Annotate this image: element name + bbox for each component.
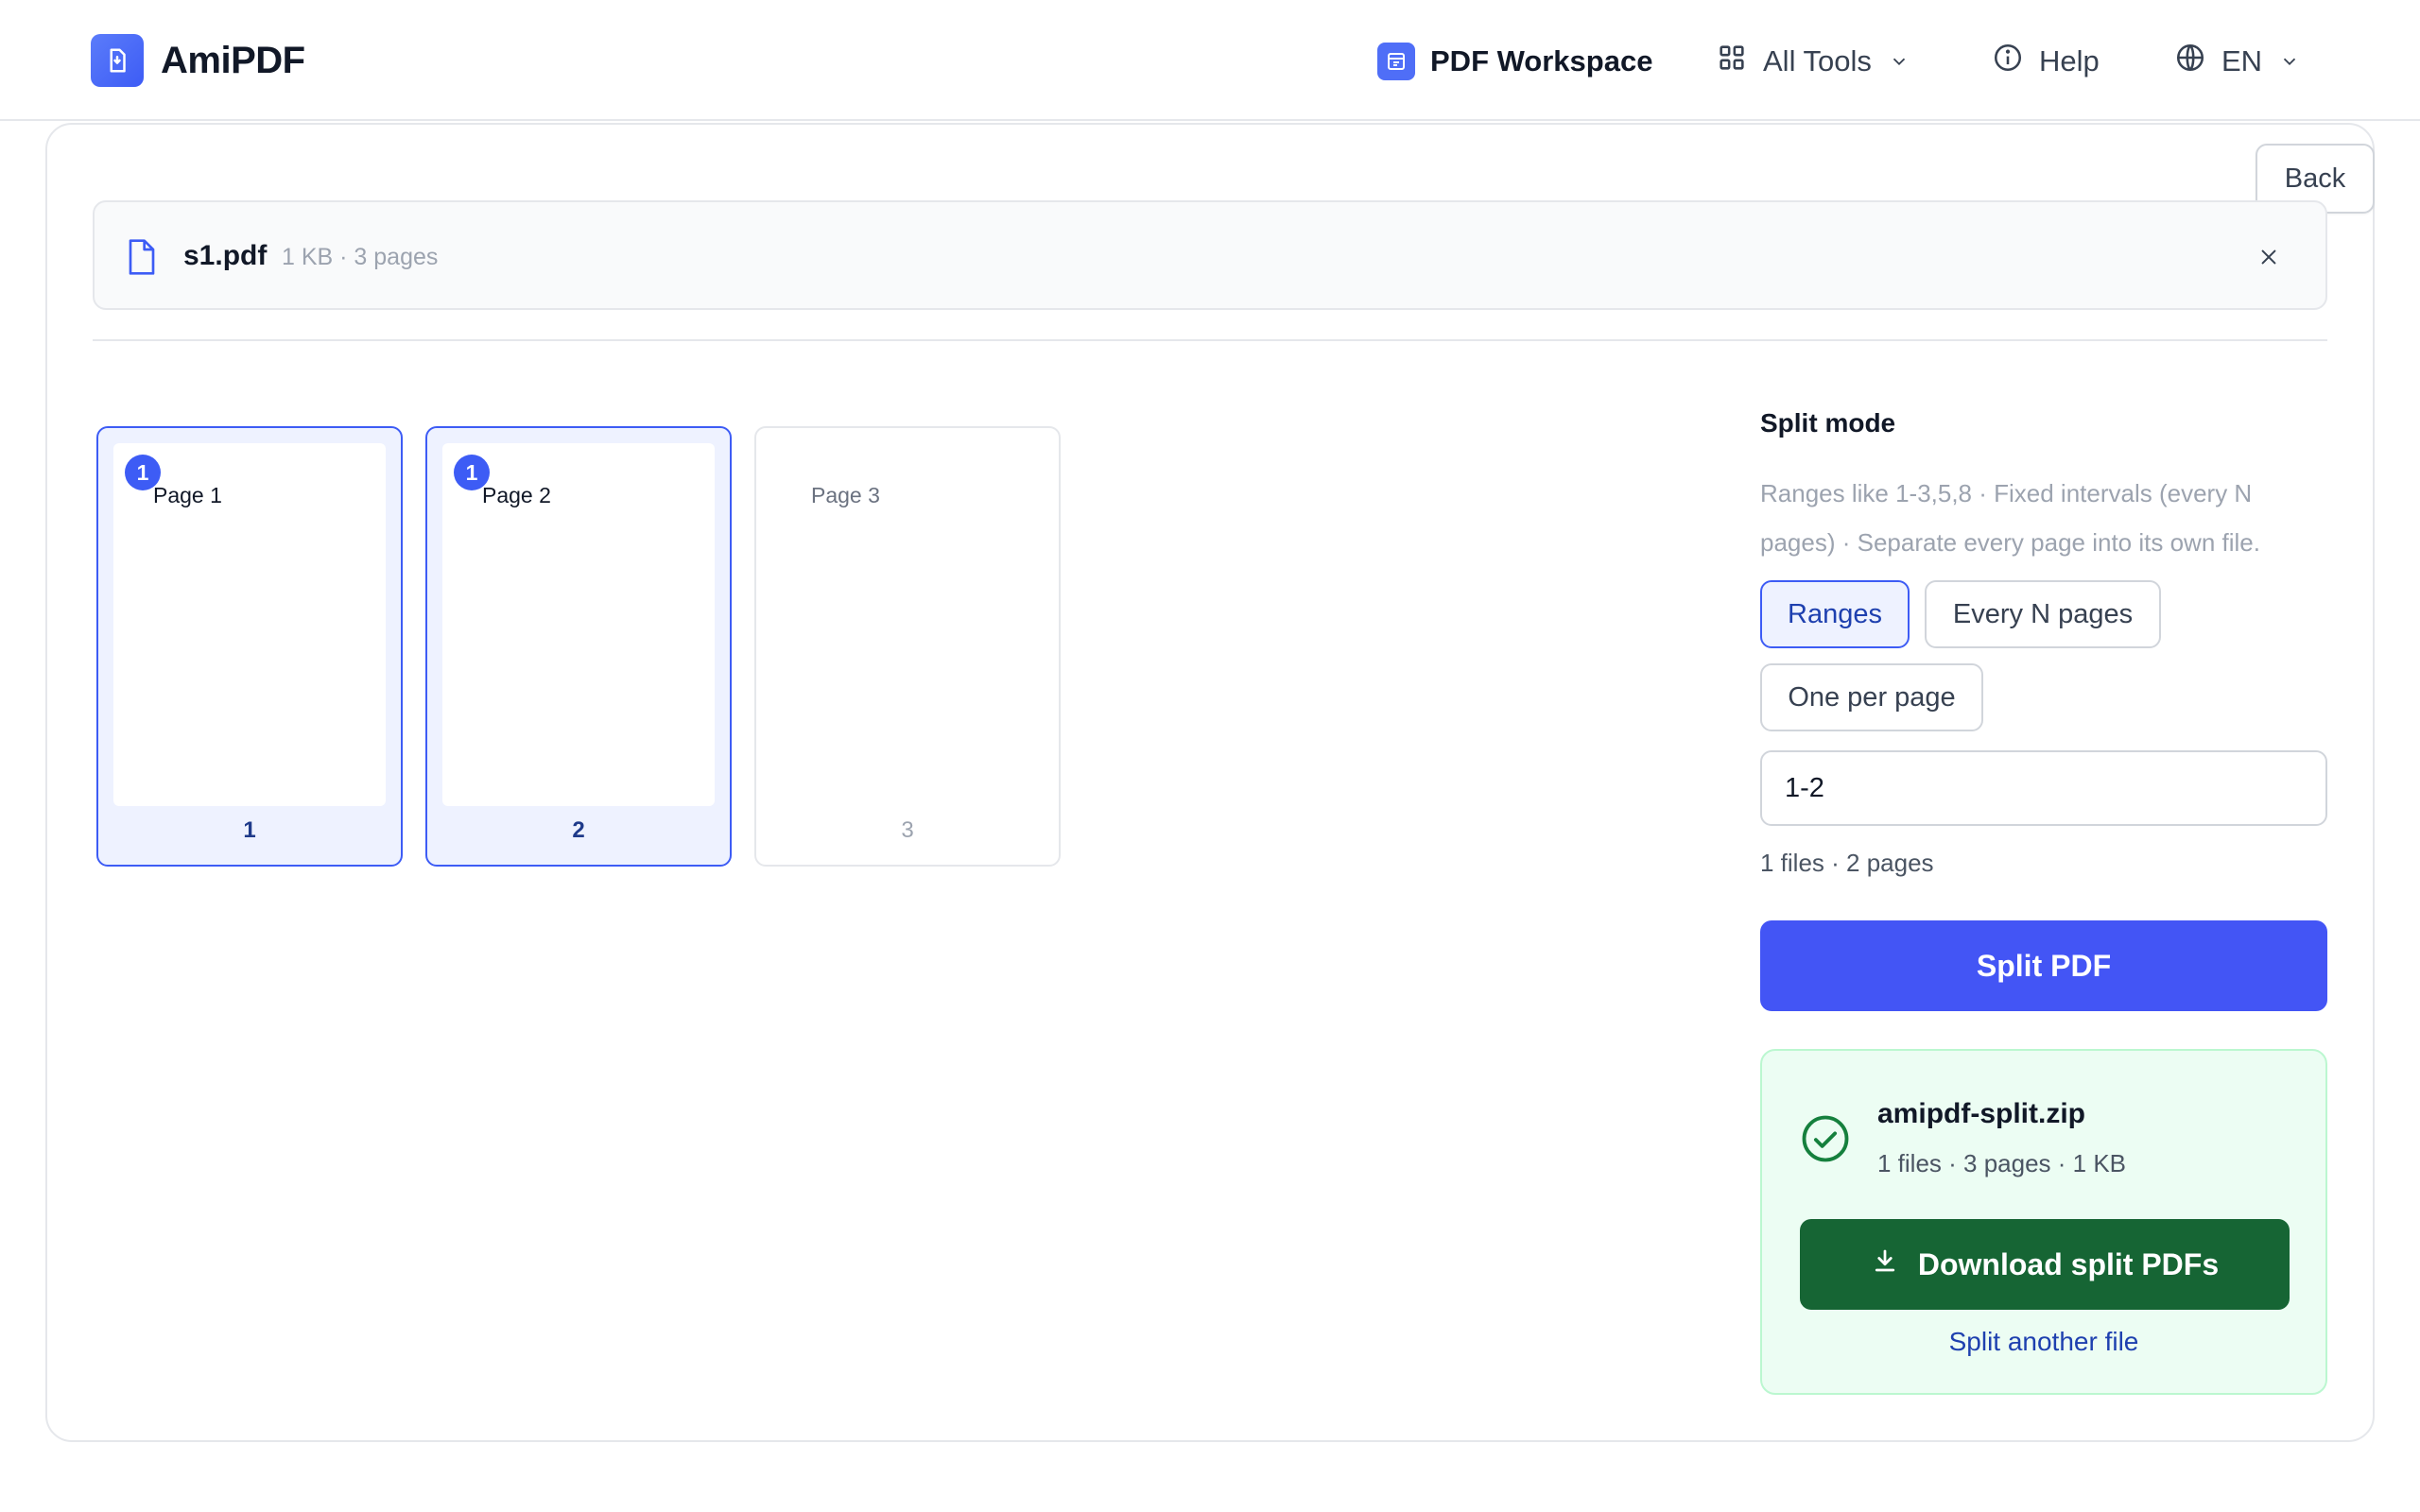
page-number: 3	[901, 817, 914, 843]
nav-all-tools-label: All Tools	[1763, 44, 1872, 77]
page-preview: Page 1	[113, 443, 386, 806]
file-meta: 1 KB · 3 pages	[282, 244, 439, 270]
split-pdf-button[interactable]: Split PDF	[1760, 920, 2327, 1011]
page-thumbnail-3[interactable]: Page 3 3	[754, 426, 1061, 867]
info-icon	[1992, 42, 2024, 81]
page-ranges-input[interactable]	[1760, 750, 2327, 826]
mode-one-per-page-button[interactable]: One per page	[1760, 663, 1983, 731]
split-mode-description: Ranges like 1-3,5,8 · Fixed intervals (e…	[1760, 479, 2260, 557]
mode-every-n-pages-button[interactable]: Every N pages	[1925, 580, 2161, 648]
download-label: Download split PDFs	[1917, 1246, 2220, 1281]
split-another-file-link[interactable]: Split another file	[1762, 1327, 2325, 1357]
page-preview: Page 3	[771, 443, 1044, 806]
globe-icon	[2174, 42, 2206, 81]
check-circle-icon	[1800, 1113, 1851, 1169]
page-preview-label: Page 2	[482, 483, 551, 507]
top-nav-bar: AmiPDF PDF Workspace All Tools Help EN	[0, 0, 2420, 121]
split-summary: 1 files · 2 pages	[1760, 849, 1934, 877]
download-split-pdfs-button[interactable]: Download split PDFs	[1800, 1219, 2290, 1310]
result-file-name: amipdf-split.zip	[1877, 1098, 2085, 1129]
split-mode-title: Split mode	[1760, 408, 1896, 438]
group-badge: 1	[125, 455, 161, 490]
page-number: 1	[243, 817, 256, 843]
divider	[93, 339, 2327, 341]
file-name: s1.pdf	[183, 240, 268, 271]
language-label: EN	[2221, 44, 2263, 77]
page-preview-label: Page 1	[153, 483, 222, 507]
logo[interactable]: AmiPDF	[91, 34, 305, 87]
page-thumbnail-2[interactable]: Page 2 1 2	[425, 426, 732, 867]
result-meta: 1 files · 3 pages · 1 KB	[1877, 1149, 2127, 1177]
nav-all-tools[interactable]: All Tools	[1716, 38, 1910, 85]
chevron-down-icon	[1889, 51, 1910, 72]
mode-ranges-button[interactable]: Ranges	[1760, 580, 1910, 648]
language-selector[interactable]: EN	[2174, 38, 2300, 85]
app-logo-icon	[91, 34, 144, 87]
app-name: AmiPDF	[161, 39, 305, 81]
nav-pdf-workspace[interactable]: PDF Workspace	[1377, 38, 1652, 85]
split-result-panel: amipdf-split.zip 1 files · 3 pages · 1 K…	[1760, 1049, 2327, 1395]
download-icon	[1871, 1246, 1899, 1282]
chevron-down-icon	[2279, 51, 2300, 72]
close-icon[interactable]	[2252, 240, 2286, 274]
page-preview: Page 2	[442, 443, 715, 806]
workspace-icon	[1377, 43, 1415, 80]
page-preview-label: Page 3	[811, 483, 880, 507]
page-thumbnail-1[interactable]: Page 1 1 1	[96, 426, 403, 867]
file-info-bar: s1.pdf 1 KB · 3 pages	[93, 200, 2327, 310]
page-number: 2	[572, 817, 585, 843]
nav-help-label: Help	[2039, 44, 2100, 77]
nav-workspace-label: PDF Workspace	[1430, 44, 1653, 77]
nav-help[interactable]: Help	[1992, 38, 2100, 85]
file-icon	[127, 238, 157, 281]
grid-icon	[1716, 42, 1748, 81]
group-badge: 1	[454, 455, 490, 490]
